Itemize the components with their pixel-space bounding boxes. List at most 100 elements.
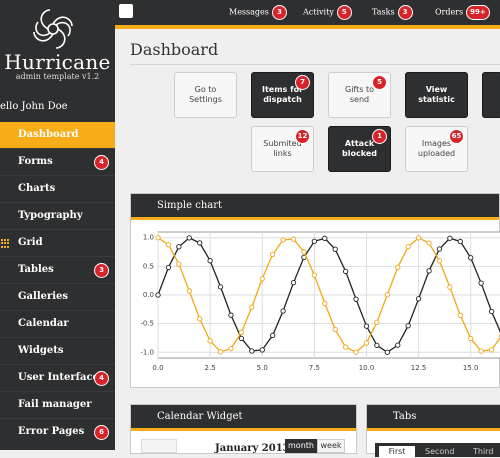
data-point: [166, 265, 170, 269]
data-point: [260, 348, 264, 352]
view-month-button[interactable]: month: [285, 439, 317, 453]
panel-title: Tabs: [393, 411, 416, 422]
count-badge: 65: [450, 130, 463, 143]
count-badge: 4: [95, 156, 108, 169]
data-point: [375, 343, 379, 347]
data-point: [406, 324, 410, 328]
data-point: [396, 343, 400, 347]
nav-orders[interactable]: Orders99+: [435, 6, 489, 19]
data-point: [406, 244, 410, 248]
tile-partial[interactable]: [482, 72, 500, 118]
y-tick-label: 0.0: [143, 291, 154, 299]
y-tick-label: 0.5: [143, 262, 154, 270]
sidebar-item-label: Typography: [18, 210, 83, 221]
sidebar-item-label: User Interface: [18, 372, 99, 383]
data-point: [416, 297, 420, 301]
panel-header: Tabs: [367, 405, 500, 431]
data-point: [177, 245, 181, 249]
tile-label: Submited links: [263, 139, 301, 159]
nav-messages[interactable]: Messages 3: [229, 6, 286, 19]
view-week-button[interactable]: week: [317, 439, 345, 453]
sidebar-item-label: Widgets: [18, 345, 63, 356]
data-point: [396, 265, 400, 269]
tabs-panel: Tabs First Second Third: [366, 404, 500, 454]
sidebar-item-dashboard[interactable]: Dashboard: [0, 122, 115, 148]
data-point: [260, 277, 264, 281]
grid-icon: [1, 239, 10, 248]
data-point: [156, 293, 160, 297]
tile-label: Go to Settings: [189, 85, 222, 105]
data-point: [479, 281, 483, 285]
calendar-panel: Calendar Widget January 2013 month week: [130, 404, 357, 454]
tile-label: Gifts to send: [345, 85, 374, 105]
data-point: [302, 250, 306, 254]
select-checkbox[interactable]: [119, 4, 133, 18]
tile-gifts-to-send[interactable]: 5Gifts to send: [328, 72, 391, 118]
nav-activity[interactable]: Activity5: [303, 6, 351, 19]
data-point: [218, 285, 222, 289]
logo-title: Hurricane: [0, 50, 115, 74]
count-badge: 3: [273, 6, 286, 19]
tab-third[interactable]: Third: [473, 447, 493, 456]
sidebar-item-file-manager[interactable]: Fail manager: [0, 391, 115, 418]
sidebar-item-label: Calendar: [18, 318, 69, 329]
data-point: [250, 305, 254, 309]
data-point: [291, 280, 295, 284]
tile-label: Images uploaded: [418, 139, 455, 159]
tile-items-for-dispatch[interactable]: 7Items for dispatch: [251, 72, 314, 118]
data-point: [187, 289, 191, 293]
sidebar-item-galleries[interactable]: Galleries: [0, 283, 115, 310]
sidebar-item-forms[interactable]: Forms 4: [0, 148, 115, 175]
sidebar-item-user-interface[interactable]: User Interface 4: [0, 364, 115, 391]
x-tick-label: 12.5: [411, 364, 427, 372]
tile-label: Attack blocked: [342, 139, 377, 159]
data-point: [333, 247, 337, 251]
tile-label: Items for dispatch: [262, 85, 303, 105]
data-point: [364, 341, 368, 345]
y-tick-label: -1.0: [140, 348, 154, 356]
nav-label: Activity: [303, 8, 334, 17]
data-point: [354, 350, 358, 354]
sidebar-item-label: Forms: [18, 156, 53, 167]
tile-view-statistic[interactable]: View statistic: [405, 72, 468, 118]
panel-header: Simple chart: [131, 194, 499, 220]
x-tick-label: 7.5: [309, 364, 320, 372]
data-point: [343, 345, 347, 349]
tile-attack-blocked[interactable]: 1Attack blocked: [328, 126, 391, 172]
sidebar-item-calendar[interactable]: Calendar: [0, 310, 115, 337]
data-point: [197, 241, 201, 245]
sidebar-item-tables[interactable]: Tables 3: [0, 256, 115, 283]
nav-label: Messages: [229, 8, 269, 17]
sidebar-item-label: Fail manager: [18, 399, 92, 410]
panel-header: Calendar Widget: [131, 405, 356, 431]
data-point: [291, 237, 295, 241]
count-badge: 99+: [467, 6, 489, 19]
y-tick-label: -0.5: [140, 320, 154, 328]
calendar-nav-button[interactable]: [141, 439, 177, 453]
data-point: [312, 273, 316, 277]
data-point: [458, 313, 462, 317]
tile-submited-links[interactable]: 12Submited links: [251, 126, 314, 172]
data-point: [281, 238, 285, 242]
sidebar-item-charts[interactable]: Charts: [0, 175, 115, 202]
tile-go-to-settings[interactable]: Go to Settings: [174, 72, 237, 118]
x-tick-label: 10.0: [359, 364, 375, 372]
data-point: [385, 350, 389, 354]
sidebar-item-error-pages[interactable]: Error Pages 6: [0, 418, 115, 445]
data-point: [197, 317, 201, 321]
tile-images-uploaded[interactable]: 65Images uploaded: [405, 126, 468, 172]
sidebar-item-widgets[interactable]: Widgets: [0, 337, 115, 364]
tab-second[interactable]: Second: [425, 447, 454, 456]
sidebar-item-label: Dashboard: [18, 129, 78, 140]
data-point: [385, 293, 389, 297]
data-point: [239, 336, 243, 340]
sidebar-item-label: Error Pages: [18, 426, 84, 437]
tab-first[interactable]: First: [379, 446, 415, 458]
sidebar-item-typography[interactable]: Typography: [0, 202, 115, 229]
sidebar-item-grid[interactable]: Grid: [0, 229, 115, 256]
data-point: [270, 333, 274, 337]
data-point: [489, 309, 493, 313]
data-point: [229, 313, 233, 317]
nav-tasks[interactable]: Tasks3: [372, 6, 412, 19]
data-point: [270, 252, 274, 256]
